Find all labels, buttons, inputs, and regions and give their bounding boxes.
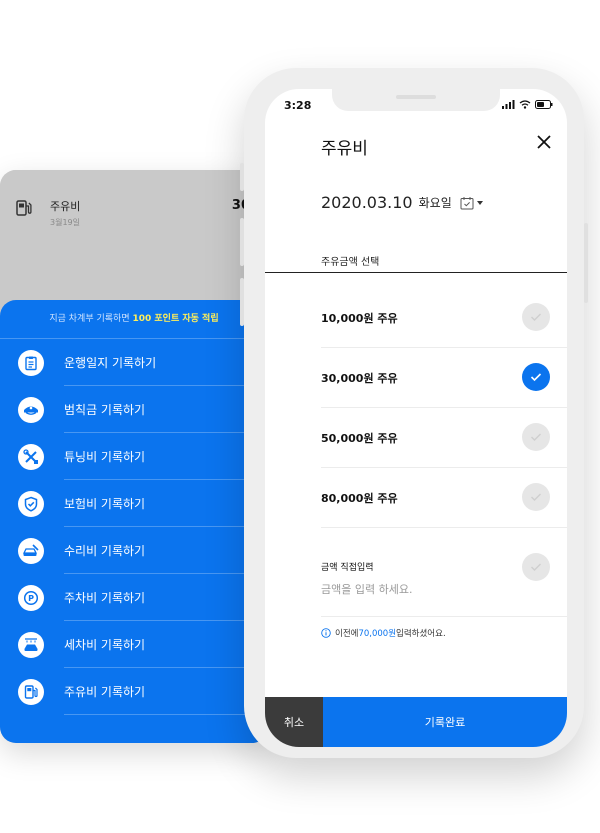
note-amount: 70,000원 [358,629,397,639]
police-cap-icon [18,396,44,423]
check-icon[interactable] [522,483,550,511]
date-selector[interactable]: 2020.03.10 화요일 [321,193,483,212]
speaker [396,95,436,99]
option-label: 50,000원 주유 [321,432,398,445]
note-prefix: 이전에 [335,629,359,639]
parking-icon: P [18,584,44,611]
battery-icon [535,100,553,109]
previous-amount-note: 이전에 70,000원 입력하셨어요. [321,627,446,639]
calendar-icon [460,196,474,209]
repair-car-icon [18,537,44,564]
info-icon [321,628,331,638]
car-wash-icon [18,631,44,658]
menu-item-car-wash[interactable]: 세차비 기록하기 [0,621,268,668]
menu-item-insurance[interactable]: 보험비 기록하기 [0,480,268,527]
option-80000[interactable]: 80,000원 주유 [265,468,567,528]
option-label: 80,000원 주유 [321,492,398,505]
option-10000[interactable]: 10,000원 주유 [265,288,567,348]
clipboard-icon [18,349,44,376]
status-icons [502,100,553,109]
weekday-value: 화요일 [418,196,452,210]
volume-up-button [240,218,244,266]
fuel-summary-area: 주유비 3월19일 30,0 [0,170,268,300]
status-time: 3:28 [284,99,312,112]
menu-item-driving-log[interactable]: 운행일지 기록하기 [0,339,268,386]
menu-item-label: 범칙금 기록하기 [64,403,146,417]
tools-icon [18,443,44,470]
menu-item-label: 보험비 기록하기 [64,497,146,511]
option-label: 30,000원 주유 [321,372,398,385]
notch [332,89,500,111]
phone-frame: 3:28 주유비 2020.03.10 화요일 주유금액 선택 10,000원 … [240,68,588,758]
menu-item-parking[interactable]: P 주차비 기록하기 [0,574,268,621]
option-50000[interactable]: 50,000원 주유 [265,408,567,468]
fuel-summary-title: 주유비 [50,200,81,213]
direct-input-option[interactable]: 금액 직접입력 [265,539,567,617]
option-30000[interactable]: 30,000원 주유 [265,348,567,408]
fuel-summary-row[interactable]: 주유비 3월19일 30,0 [14,198,264,228]
menu-item-label: 주유비 기록하기 [64,685,146,699]
volume-down-button [240,278,244,326]
action-bar: 취소 기록완료 [265,697,567,747]
shield-icon [18,490,44,517]
menu-item-fuel[interactable]: 주유비 기록하기 [0,668,268,715]
save-record-button[interactable]: 기록완료 [323,697,567,747]
modal-title: 주유비 [321,139,368,159]
phone-screen: 3:28 주유비 2020.03.10 화요일 주유금액 선택 10,000원 … [265,89,567,747]
section-label: 주유금액 선택 [321,257,380,268]
background-record-card: 주유비 3월19일 30,0 지금 차계부 기록하면 100 포인트 자동 적립… [0,170,268,743]
check-icon[interactable] [522,303,550,331]
signal-icon [502,100,515,109]
fuel-pump-icon [16,200,32,216]
check-icon[interactable] [522,423,550,451]
record-menu-panel: 지금 차계부 기록하면 100 포인트 자동 적립 운행일지 기록하기 범칙금 … [0,300,268,743]
fuel-summary-date: 3월19일 [50,218,80,227]
power-button [584,223,588,303]
cancel-button[interactable]: 취소 [265,697,323,747]
menu-item-fine[interactable]: 범칙금 기록하기 [0,386,268,433]
amount-input[interactable] [321,583,511,596]
mute-switch [240,163,244,191]
menu-item-label: 수리비 기록하기 [64,544,146,558]
check-icon[interactable] [522,363,550,391]
note-suffix: 입력하셨어요. [396,629,446,639]
fuel-pump-icon [18,678,44,705]
section-divider [265,272,567,273]
menu-item-label: 튜닝비 기록하기 [64,450,146,464]
wifi-icon [519,100,531,109]
date-value: 2020.03.10 [321,193,413,212]
option-label: 10,000원 주유 [321,312,398,325]
menu-item-label: 운행일지 기록하기 [64,356,157,370]
direct-input-label: 금액 직접입력 [321,563,374,573]
check-icon[interactable] [522,553,550,581]
points-banner: 지금 차계부 기록하면 100 포인트 자동 적립 [0,300,268,339]
banner-highlight: 100 포인트 자동 적립 [132,314,219,324]
option-divider [321,616,567,617]
option-divider [321,527,567,528]
close-icon[interactable] [536,134,552,150]
menu-item-repair[interactable]: 수리비 기록하기 [0,527,268,574]
menu-item-tuning[interactable]: 튜닝비 기록하기 [0,433,268,480]
chevron-down-icon [476,200,483,205]
svg-text:P: P [28,594,34,603]
menu-item-label: 세차비 기록하기 [64,638,146,652]
menu-item-label: 주차비 기록하기 [64,591,146,605]
banner-text: 지금 차계부 기록하면 [49,314,133,324]
